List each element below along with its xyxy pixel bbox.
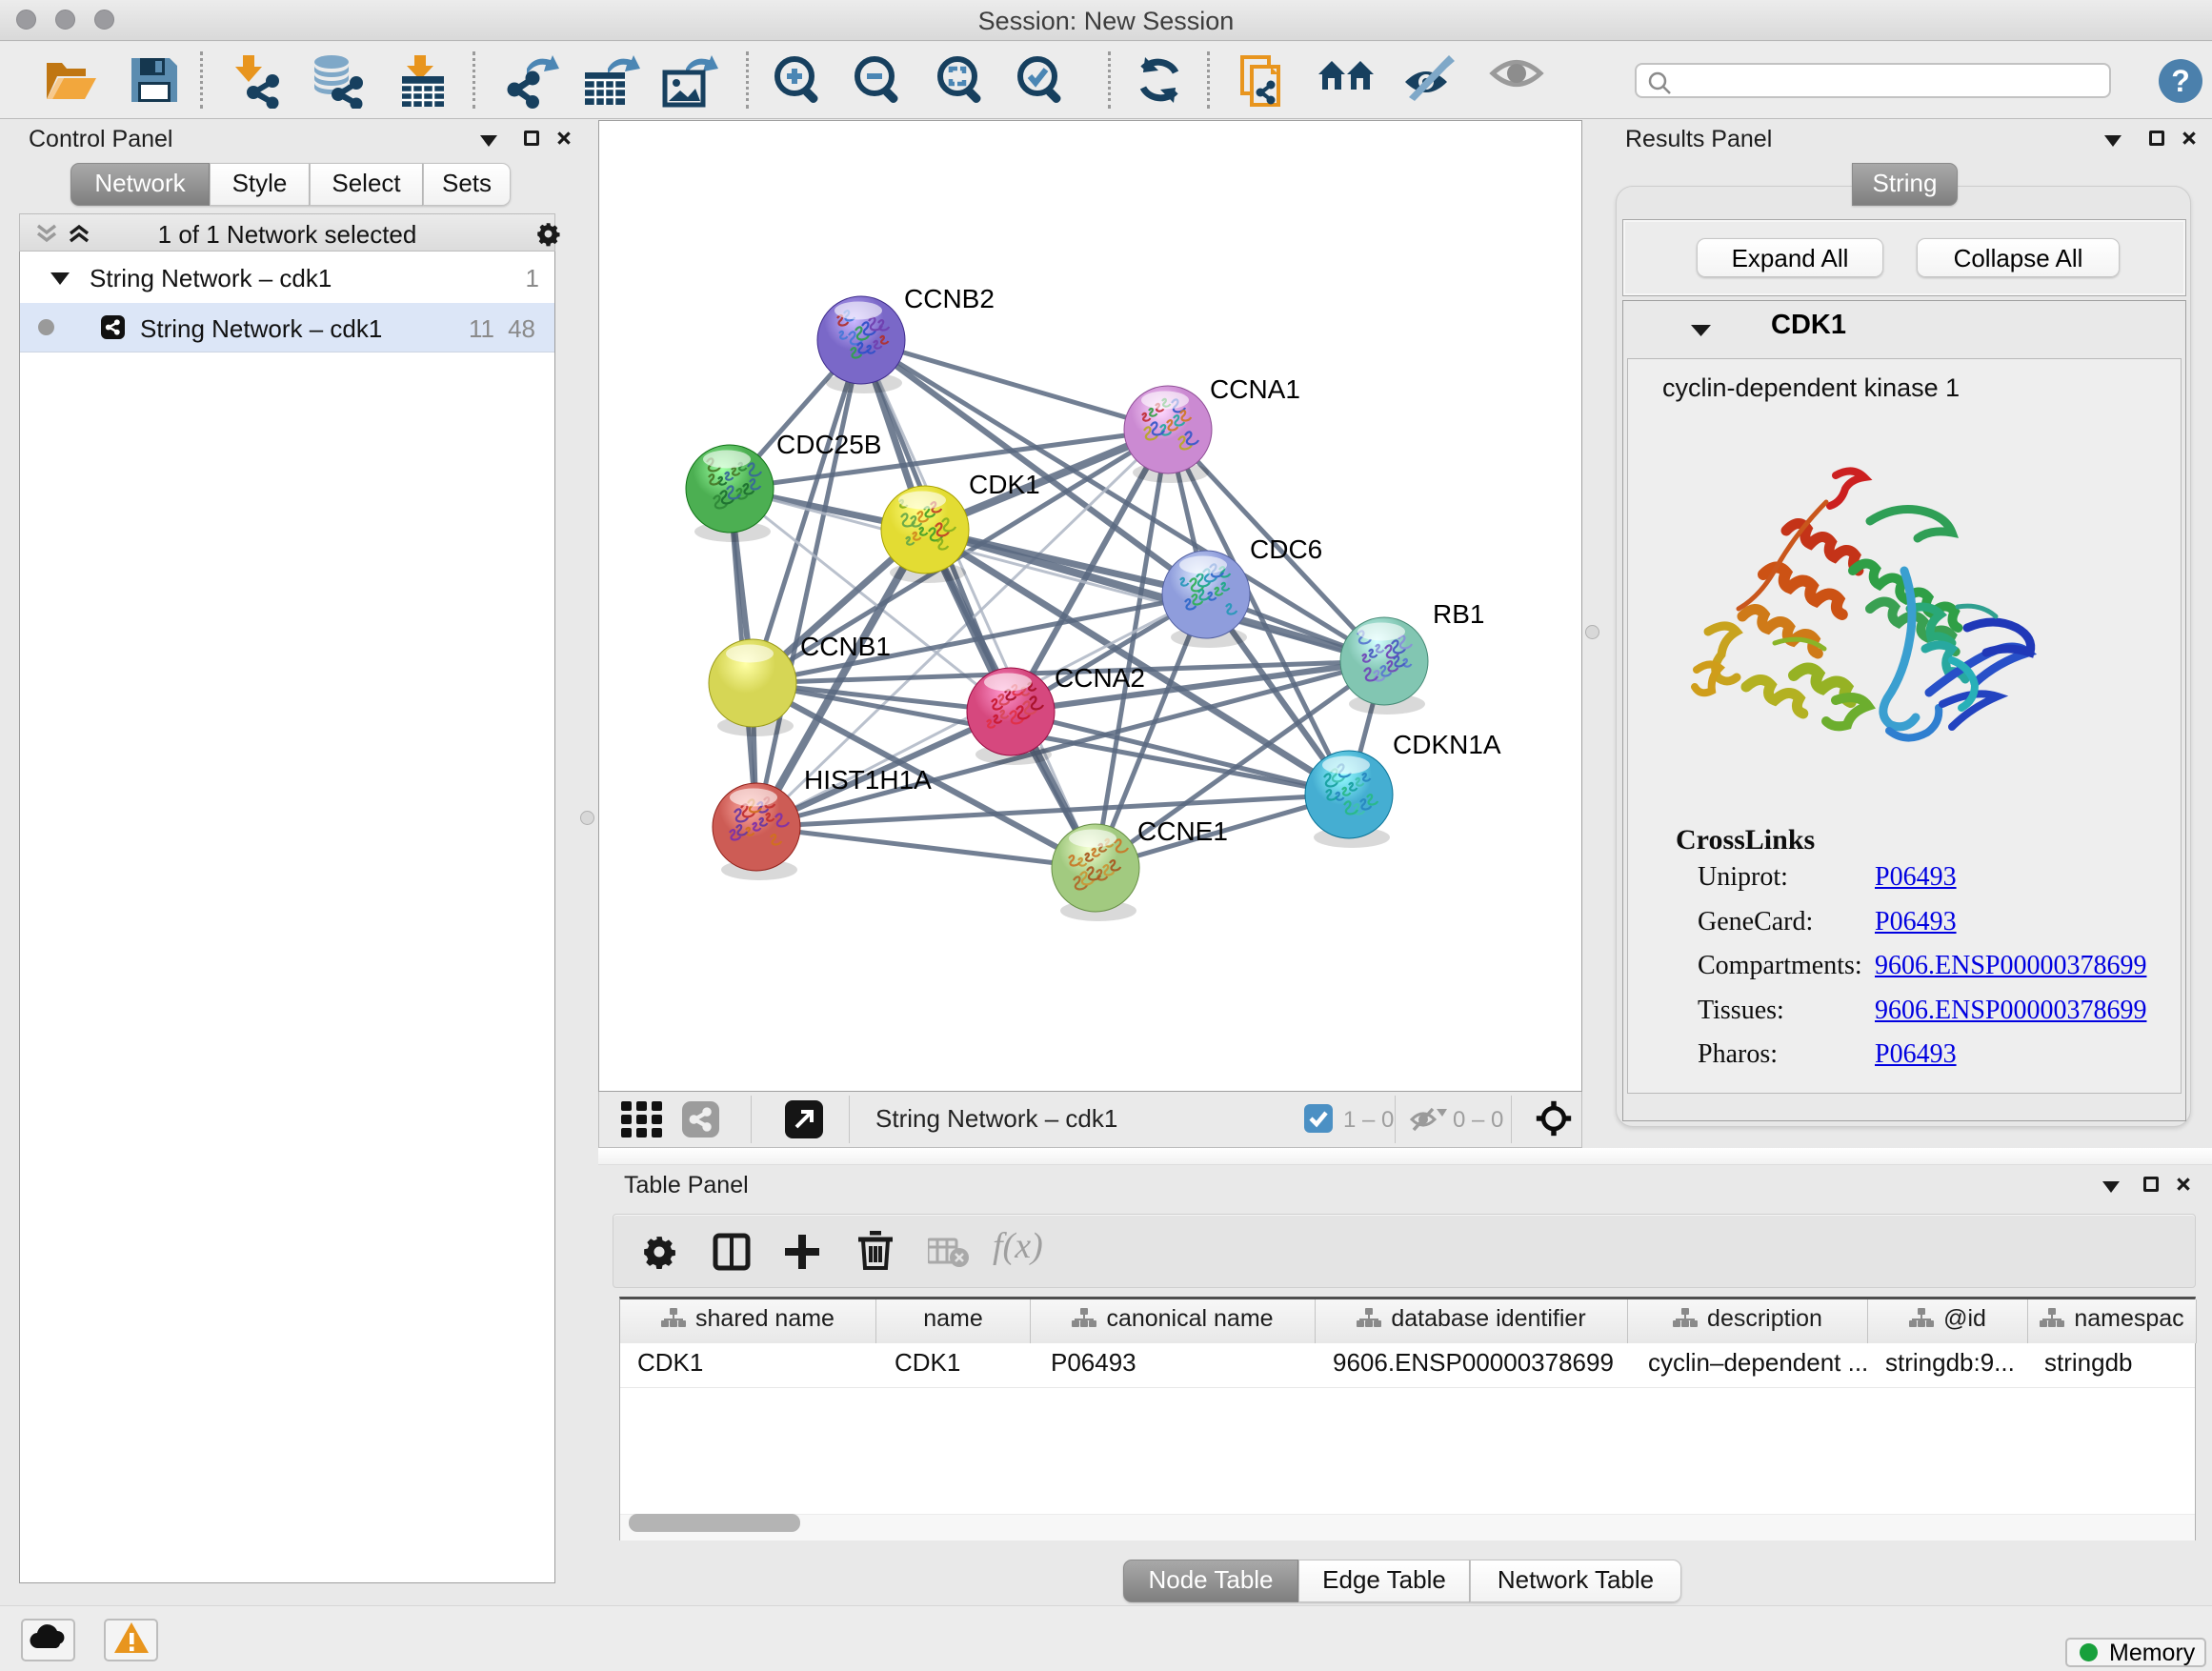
svg-text:CDC6: CDC6 <box>1250 534 1322 564</box>
svg-text:CCNE1: CCNE1 <box>1137 816 1228 846</box>
svg-text:CCNA1: CCNA1 <box>1210 374 1300 404</box>
svg-text:HIST1H1A: HIST1H1A <box>804 765 932 795</box>
svg-text:CCNA2: CCNA2 <box>1055 663 1145 693</box>
svg-text:CDK1: CDK1 <box>969 470 1040 499</box>
svg-text:RB1: RB1 <box>1433 599 1484 629</box>
svg-text:CCNB2: CCNB2 <box>904 284 995 313</box>
svg-text:CDKN1A: CDKN1A <box>1393 730 1501 759</box>
svg-text:CDC25B: CDC25B <box>776 430 881 459</box>
svg-text:CCNB1: CCNB1 <box>800 632 891 661</box>
